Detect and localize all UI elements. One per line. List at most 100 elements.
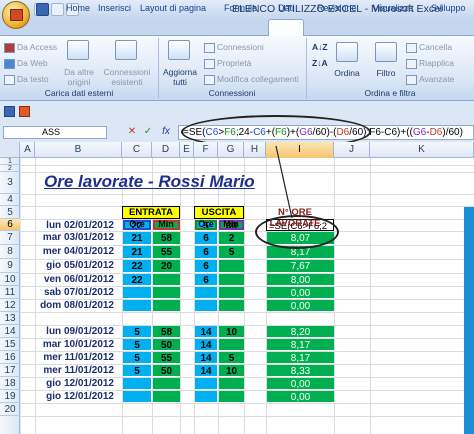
entrata-ore-cell[interactable] bbox=[123, 287, 151, 298]
uscita-ore-cell[interactable] bbox=[195, 287, 217, 298]
sort-za-icon[interactable]: Z↓A bbox=[312, 58, 328, 68]
row-header-6[interactable]: 6 bbox=[0, 219, 20, 231]
sort-button[interactable]: Ordina bbox=[332, 68, 362, 78]
date-cell[interactable]: lun 02/01/2012 bbox=[36, 219, 118, 231]
entrata-min-cell[interactable]: 50 bbox=[153, 339, 180, 351]
ore-lavorate-cell[interactable]: 0,00 bbox=[267, 391, 334, 403]
uscita-min-cell[interactable] bbox=[219, 287, 244, 298]
tab-formule[interactable]: Formule bbox=[224, 1, 257, 17]
column-header-b[interactable]: B bbox=[35, 142, 122, 158]
undo-button[interactable] bbox=[51, 3, 64, 16]
confirm-icon[interactable]: ✓ bbox=[141, 126, 155, 139]
tab-inserisci[interactable]: Inserisci bbox=[98, 1, 131, 17]
entrata-min-cell[interactable]: 58 bbox=[153, 326, 180, 338]
row-header-3[interactable]: 3 bbox=[0, 172, 20, 194]
column-header-h[interactable]: H bbox=[244, 142, 266, 158]
entrata-min-cell[interactable]: 55 bbox=[153, 246, 180, 258]
name-box[interactable]: ASS bbox=[3, 126, 107, 139]
clear-button[interactable]: Cancella bbox=[406, 42, 452, 53]
row-header-20[interactable]: 20 bbox=[0, 403, 20, 416]
entrata-min-cell[interactable]: 50 bbox=[153, 365, 180, 377]
entrata-min-cell[interactable] bbox=[153, 274, 180, 285]
tab-revisione[interactable]: Revisione bbox=[317, 1, 357, 17]
entrata-ore-cell[interactable]: 5 bbox=[123, 352, 151, 364]
row-header-19[interactable]: 19 bbox=[0, 390, 20, 403]
row-header-2[interactable]: 2 bbox=[0, 165, 20, 172]
date-cell[interactable]: sab 07/01/2012 bbox=[36, 286, 118, 299]
row-header-1[interactable]: 1 bbox=[0, 158, 20, 165]
ore-lavorate-cell[interactable]: 8,00 bbox=[267, 274, 334, 286]
date-cell[interactable]: mer 11/01/2012 bbox=[36, 351, 118, 364]
date-cell[interactable]: gio 12/01/2012 bbox=[36, 377, 118, 390]
entrata-ore-cell[interactable]: 22 bbox=[123, 274, 151, 286]
column-header-e[interactable]: E bbox=[180, 142, 194, 158]
uscita-min-cell[interactable]: 5 bbox=[219, 246, 244, 258]
entrata-ore-cell[interactable]: 22 bbox=[123, 260, 151, 272]
cancel-icon[interactable]: ✕ bbox=[125, 126, 139, 139]
entrata-ore-cell[interactable]: 21 bbox=[123, 246, 151, 258]
ore-lavorate-cell[interactable]: 8,20 bbox=[267, 326, 334, 338]
refresh-all-button[interactable]: Aggiorna tutti bbox=[160, 67, 200, 87]
row-header-9[interactable]: 9 bbox=[0, 259, 20, 273]
column-header-f[interactable]: F bbox=[194, 142, 218, 158]
uscita-min-cell[interactable] bbox=[219, 339, 244, 350]
ore-lavorate-cell[interactable]: 0,00 bbox=[267, 300, 334, 312]
row-header-13[interactable]: 13 bbox=[0, 312, 20, 325]
date-cell[interactable]: mar 03/01/2012 bbox=[36, 231, 118, 245]
tab-visualizza[interactable]: Visualizza bbox=[373, 1, 413, 17]
from-other-sources-button[interactable]: Da altre origini bbox=[62, 67, 96, 87]
uscita-min-cell[interactable] bbox=[219, 391, 244, 402]
ore-lavorate-cell[interactable]: 8,17 bbox=[267, 352, 334, 364]
entrata-ore-cell[interactable]: 21 bbox=[123, 232, 151, 244]
column-header-c[interactable]: C bbox=[122, 142, 152, 158]
entrata-min-cell[interactable] bbox=[153, 391, 180, 402]
date-cell[interactable]: mar 10/01/2012 bbox=[36, 338, 118, 351]
properties-button[interactable]: Proprietà bbox=[204, 58, 252, 69]
uscita-min-cell[interactable]: 5 bbox=[219, 352, 244, 364]
row-header-8[interactable]: 8 bbox=[0, 245, 20, 259]
print-icon[interactable] bbox=[19, 106, 30, 117]
connections-button[interactable]: Connessioni bbox=[204, 42, 264, 53]
entrata-min-cell[interactable]: 58 bbox=[153, 232, 180, 244]
uscita-ore-cell[interactable]: 14 bbox=[195, 352, 217, 364]
entrata-ore-cell[interactable] bbox=[123, 300, 151, 311]
uscita-min-cell[interactable] bbox=[219, 378, 244, 389]
existing-connections-button[interactable]: Connessioni esistenti bbox=[100, 67, 154, 87]
row-header-11[interactable]: 11 bbox=[0, 286, 20, 299]
tab-home[interactable]: Home bbox=[66, 1, 90, 17]
from-access-button[interactable]: Da Access bbox=[4, 42, 57, 53]
entrata-min-cell[interactable]: 20 bbox=[153, 260, 180, 272]
date-cell[interactable]: ven 06/01/2012 bbox=[36, 273, 118, 286]
row-header-7[interactable]: 7 bbox=[0, 231, 20, 245]
row-header-4[interactable]: 4 bbox=[0, 194, 20, 206]
office-button[interactable] bbox=[2, 1, 30, 29]
column-header-k[interactable]: K bbox=[370, 142, 474, 158]
uscita-min-cell[interactable]: 10 bbox=[219, 326, 244, 338]
uscita-ore-cell[interactable]: 14 bbox=[195, 365, 217, 377]
uscita-min-cell[interactable]: 10 bbox=[219, 365, 244, 377]
save-button[interactable] bbox=[36, 3, 49, 16]
uscita-min-cell[interactable] bbox=[219, 260, 244, 272]
reapply-button[interactable]: Riapplica bbox=[406, 58, 454, 69]
row-header-5[interactable]: 5 bbox=[0, 206, 20, 219]
uscita-min-cell[interactable] bbox=[219, 274, 244, 285]
entrata-ore-cell[interactable] bbox=[123, 391, 151, 402]
row-header-18[interactable]: 18 bbox=[0, 377, 20, 390]
row-header-15[interactable]: 15 bbox=[0, 338, 20, 351]
from-text-button[interactable]: Da testo bbox=[4, 74, 49, 85]
ore-lavorate-cell[interactable]: 8,17 bbox=[267, 339, 334, 351]
date-cell[interactable]: mer 11/01/2012 bbox=[36, 364, 118, 377]
column-header-d[interactable]: D bbox=[152, 142, 180, 158]
date-cell[interactable]: gio 05/01/2012 bbox=[36, 259, 118, 273]
date-cell[interactable]: dom 08/01/2012 bbox=[36, 299, 118, 312]
column-header-a[interactable]: A bbox=[21, 142, 35, 158]
advanced-button[interactable]: Avanzate bbox=[406, 74, 454, 85]
ore-lavorate-cell[interactable]: 0,00 bbox=[267, 378, 334, 390]
column-header-j[interactable]: J bbox=[334, 142, 370, 158]
entrata-min-cell[interactable] bbox=[153, 300, 180, 311]
filter-button[interactable]: Filtro bbox=[368, 68, 404, 78]
ore-lavorate-cell[interactable]: 7,67 bbox=[267, 260, 334, 272]
tab-layout[interactable]: Layout di pagina bbox=[140, 1, 206, 17]
insert-function-icon[interactable]: fx bbox=[159, 126, 173, 139]
ore-lavorate-cell[interactable]: 0,00 bbox=[267, 287, 334, 299]
